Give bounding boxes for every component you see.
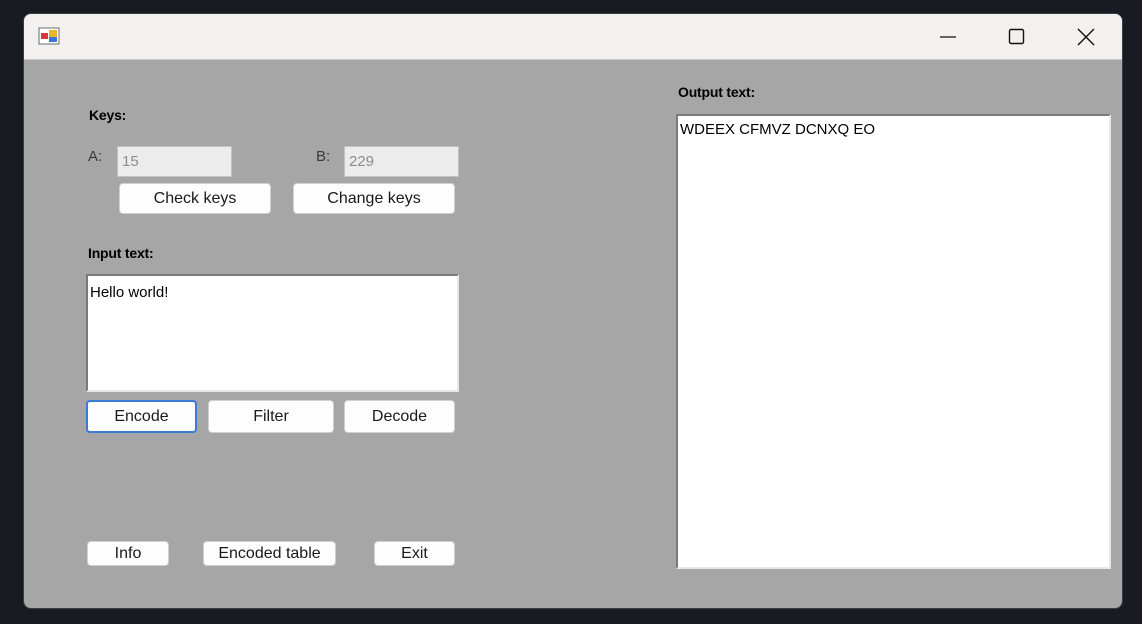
- change-keys-button[interactable]: Change keys: [293, 183, 455, 214]
- close-button[interactable]: [1052, 14, 1120, 60]
- info-button[interactable]: Info: [87, 541, 169, 566]
- app-icon: [38, 27, 60, 45]
- title-bar[interactable]: [24, 14, 1122, 60]
- encoded-table-button[interactable]: Encoded table: [203, 541, 336, 566]
- filter-button[interactable]: Filter: [208, 400, 334, 433]
- key-b-label: B:: [316, 148, 331, 165]
- maximize-icon: [1008, 28, 1025, 45]
- input-textarea[interactable]: Hello world!: [86, 274, 459, 392]
- minimize-button[interactable]: [914, 14, 982, 60]
- key-a-input[interactable]: [117, 146, 232, 177]
- key-b-input[interactable]: [344, 146, 459, 177]
- output-heading: Output text:: [678, 84, 755, 100]
- minimize-icon: [940, 36, 956, 38]
- key-a-label: A:: [88, 148, 103, 165]
- output-textarea[interactable]: WDEEX CFMVZ DCNXQ EO: [676, 114, 1111, 569]
- keys-heading: Keys:: [89, 107, 127, 123]
- app-window: Keys: A: B: Check keys Change keys Input…: [23, 13, 1123, 609]
- decode-button[interactable]: Decode: [344, 400, 455, 433]
- exit-button[interactable]: Exit: [374, 541, 455, 566]
- close-icon: [1077, 28, 1095, 46]
- encode-button[interactable]: Encode: [86, 400, 197, 433]
- maximize-button[interactable]: [983, 14, 1051, 60]
- check-keys-button[interactable]: Check keys: [119, 183, 271, 214]
- input-heading: Input text:: [88, 245, 154, 261]
